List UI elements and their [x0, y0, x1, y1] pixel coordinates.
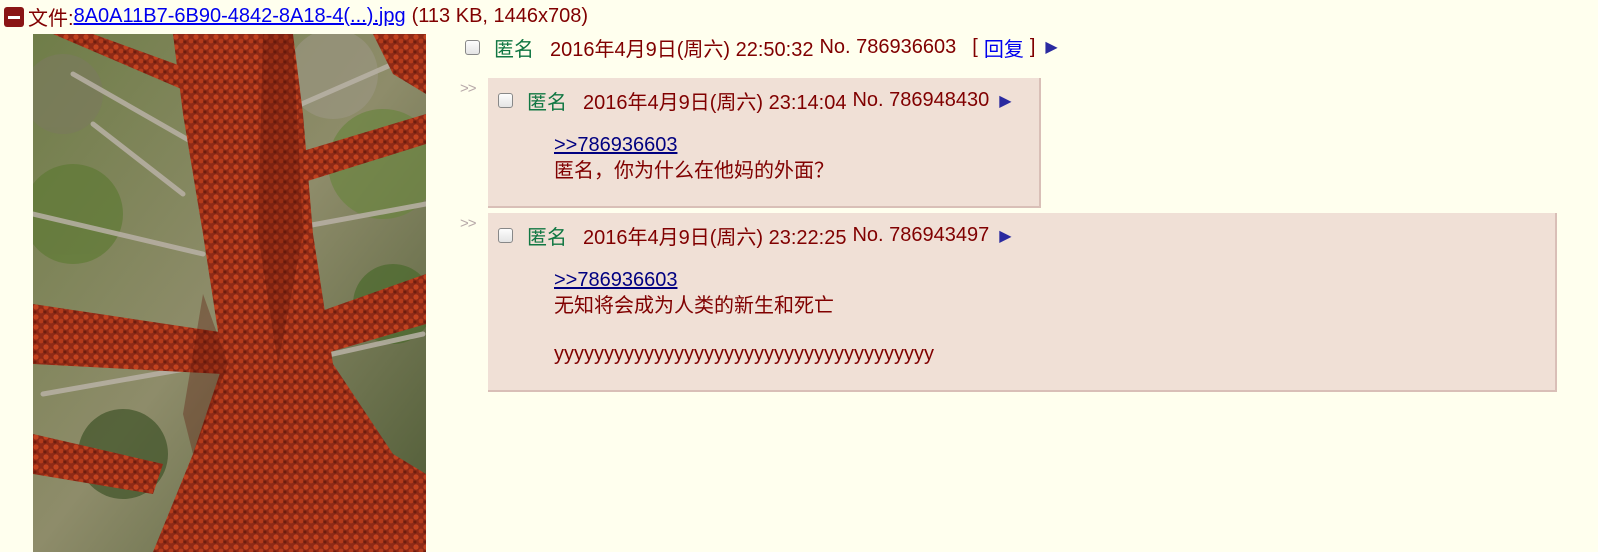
file-meta: (113 KB, 1446x708) — [411, 4, 589, 27]
file-label: 文件: — [28, 7, 74, 30]
reply-post: 匿名 2016年4月9日(周六) 23:22:25 No. 786943497 … — [488, 213, 1557, 392]
tree-photo — [33, 34, 426, 552]
op-header: 匿名 2016年4月9日(周六) 22:50:32 No. 786936603 … — [465, 33, 1058, 62]
post-menu-arrow-icon[interactable]: ▶ — [999, 91, 1011, 111]
reply-bracket-close: ] — [1029, 35, 1036, 58]
post-number[interactable]: No. 786936603 — [819, 36, 956, 59]
file-link[interactable]: 8A0A11B7-6B90-4842-8A18-4(...).jpg — [74, 5, 406, 28]
reply-button[interactable]: 回复 — [984, 33, 1024, 62]
post-datetime: 2016年4月9日(周六) 22:50:32 — [550, 38, 814, 61]
reply-header: 匿名 2016年4月9日(周六) 23:14:04 No. 786948430 … — [498, 86, 1012, 115]
reply-checkbox[interactable] — [498, 228, 513, 243]
poster-name: 匿名 — [494, 38, 534, 61]
body-line: yyyyyyyyyyyyyyyyyyyyyyyyyyyyyyyyyyyyyy — [554, 343, 934, 365]
reply-marker: >> — [460, 215, 477, 232]
body-line: 无知将会成为人类的新生和死亡 — [554, 295, 834, 317]
collapse-icon[interactable] — [4, 7, 24, 27]
poster-name: 匿名 — [527, 227, 567, 249]
post-datetime: 2016年4月9日(周六) 23:14:04 — [583, 92, 847, 114]
thread-page: 文件: 8A0A11B7-6B90-4842-8A18-4(...).jpg (… — [0, 0, 1598, 552]
post-datetime: 2016年4月9日(周六) 23:22:25 — [583, 227, 847, 249]
reply-marker: >> — [460, 80, 477, 97]
post-menu-arrow-icon[interactable]: ▶ — [999, 226, 1011, 246]
reply-body: >>786936603 匿名，你为什么在他妈的外面？ — [554, 132, 834, 184]
body-line: 匿名，你为什么在他妈的外面？ — [554, 160, 834, 182]
reply-body: >>786936603 无知将会成为人类的新生和死亡 yyyyyyyyyyyyy… — [554, 267, 934, 367]
body-line — [554, 319, 934, 341]
reply-post: 匿名 2016年4月9日(周六) 23:14:04 No. 786948430 … — [488, 78, 1041, 208]
file-info: 文件: 8A0A11B7-6B90-4842-8A18-4(...).jpg (… — [4, 4, 589, 30]
post-number[interactable]: No. 786943497 — [852, 224, 989, 247]
quote-link[interactable]: >>786936603 — [554, 267, 934, 293]
op-checkbox[interactable] — [465, 39, 480, 55]
post-menu-arrow-icon[interactable]: ▶ — [1045, 37, 1057, 57]
reply-bracket-open: [ — [972, 35, 978, 58]
reply-checkbox[interactable] — [498, 93, 513, 108]
post-image[interactable] — [33, 34, 426, 552]
post-number[interactable]: No. 786948430 — [852, 89, 989, 112]
quote-link[interactable]: >>786936603 — [554, 132, 834, 158]
poster-name: 匿名 — [527, 92, 567, 114]
reply-header: 匿名 2016年4月9日(周六) 23:22:25 No. 786943497 … — [498, 221, 1012, 250]
